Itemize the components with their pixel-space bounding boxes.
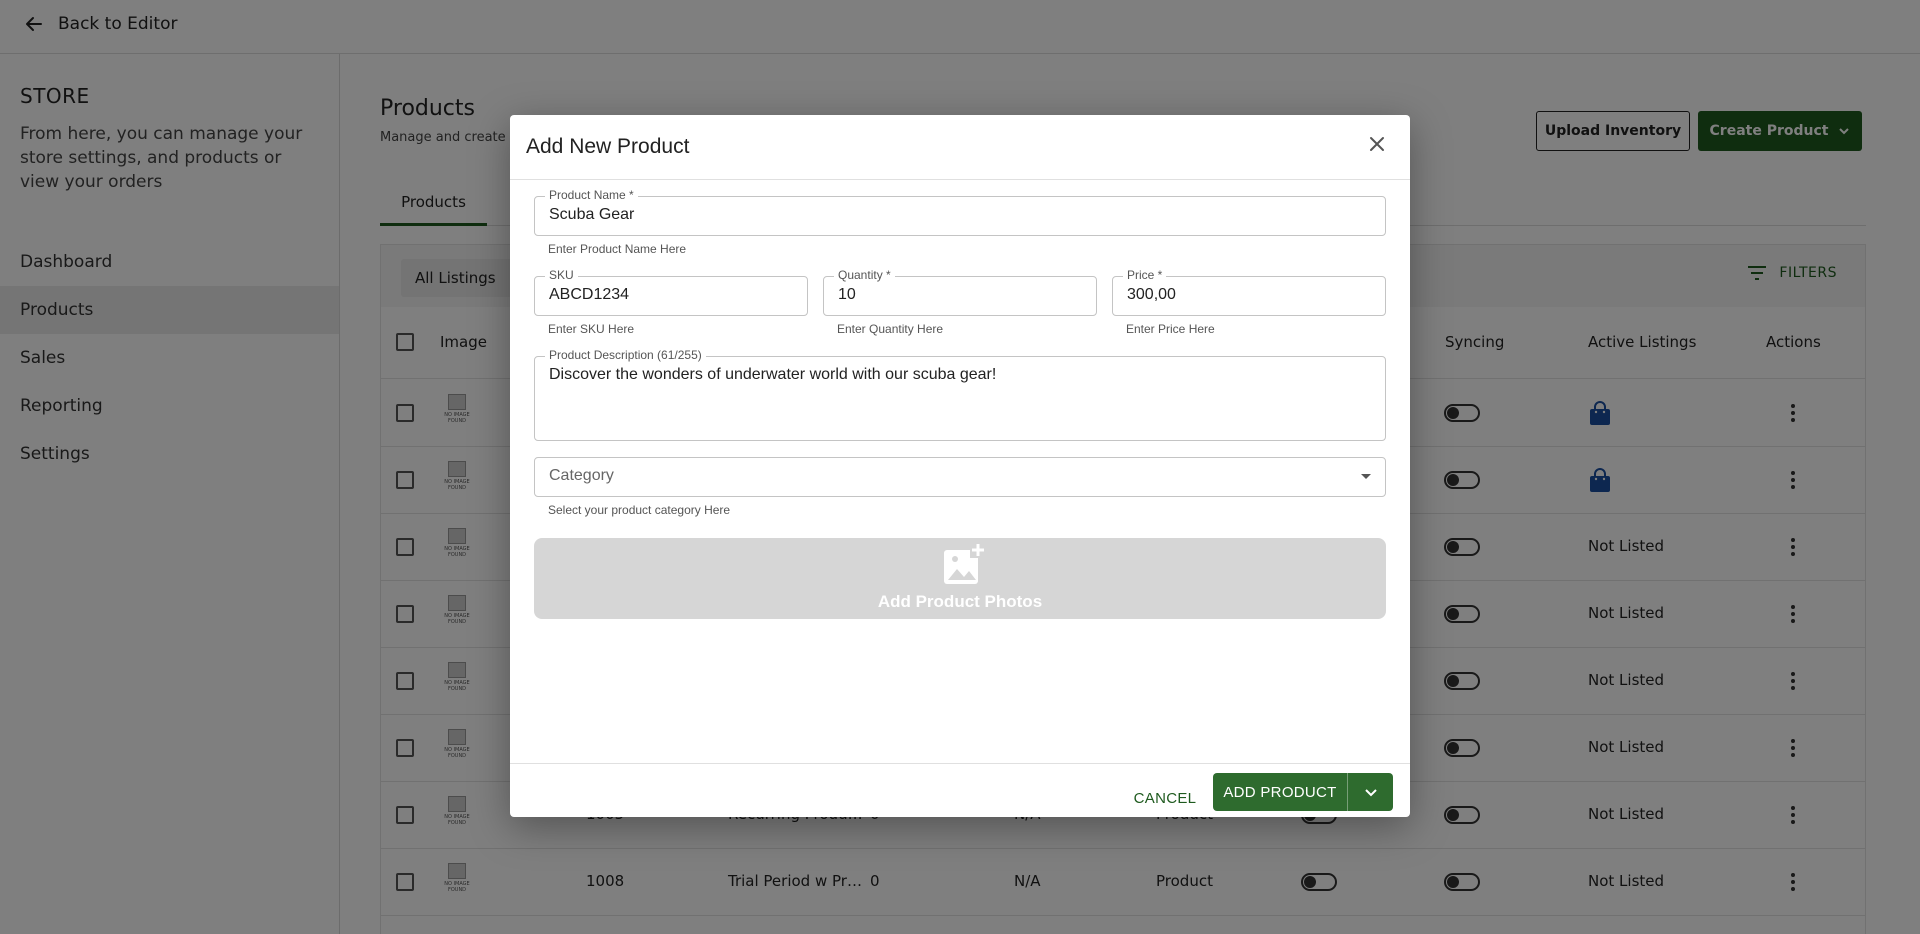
product-name-helper: Enter Product Name Here [548, 242, 687, 256]
price-helper: Enter Price Here [1126, 322, 1215, 336]
category-select[interactable]: Category [534, 457, 1386, 497]
sku-field[interactable]: SKU [534, 268, 808, 316]
quantity-helper: Enter Quantity Here [837, 322, 944, 336]
chevron-down-icon [1364, 789, 1377, 797]
add-product-photos-dropzone[interactable]: Add Product Photos [534, 538, 1386, 619]
price-input[interactable] [1127, 286, 1371, 304]
cancel-button[interactable]: CANCEL [1130, 780, 1200, 816]
dialog-footer-divider [510, 763, 1410, 764]
product-name-field[interactable]: Product Name * [534, 188, 1386, 236]
category-placeholder: Category [549, 467, 614, 484]
product-description-input[interactable]: Discover the wonders of underwater world… [549, 365, 1371, 425]
quantity-input[interactable] [838, 286, 1082, 304]
dropdown-arrow-icon [1361, 474, 1371, 479]
add-photo-icon [944, 542, 986, 584]
sku-input[interactable] [549, 286, 793, 304]
add-product-button[interactable]: ADD PRODUCT [1213, 773, 1348, 811]
sku-helper: Enter SKU Here [548, 322, 635, 336]
price-field[interactable]: Price * [1112, 268, 1386, 316]
dialog-title: Add New Product [526, 135, 690, 158]
product-name-input[interactable] [549, 206, 1371, 224]
close-icon[interactable] [1364, 131, 1390, 157]
sku-label: SKU [545, 268, 578, 282]
add-product-split-button: ADD PRODUCT [1213, 773, 1393, 811]
add-product-dialog: Add New Product Product Name * Enter Pro… [510, 115, 1410, 817]
price-label: Price * [1123, 268, 1167, 282]
dialog-divider [510, 179, 1410, 180]
product-description-label: Product Description (61/255) [545, 348, 706, 362]
product-name-label: Product Name * [545, 188, 638, 202]
quantity-label: Quantity * [834, 268, 895, 282]
quantity-field[interactable]: Quantity * [823, 268, 1097, 316]
add-product-options-button[interactable] [1348, 773, 1393, 811]
product-description-field[interactable]: Product Description (61/255) Discover th… [534, 348, 1386, 441]
add-product-photos-label: Add Product Photos [877, 592, 1043, 611]
category-helper: Select your product category Here [548, 503, 731, 517]
